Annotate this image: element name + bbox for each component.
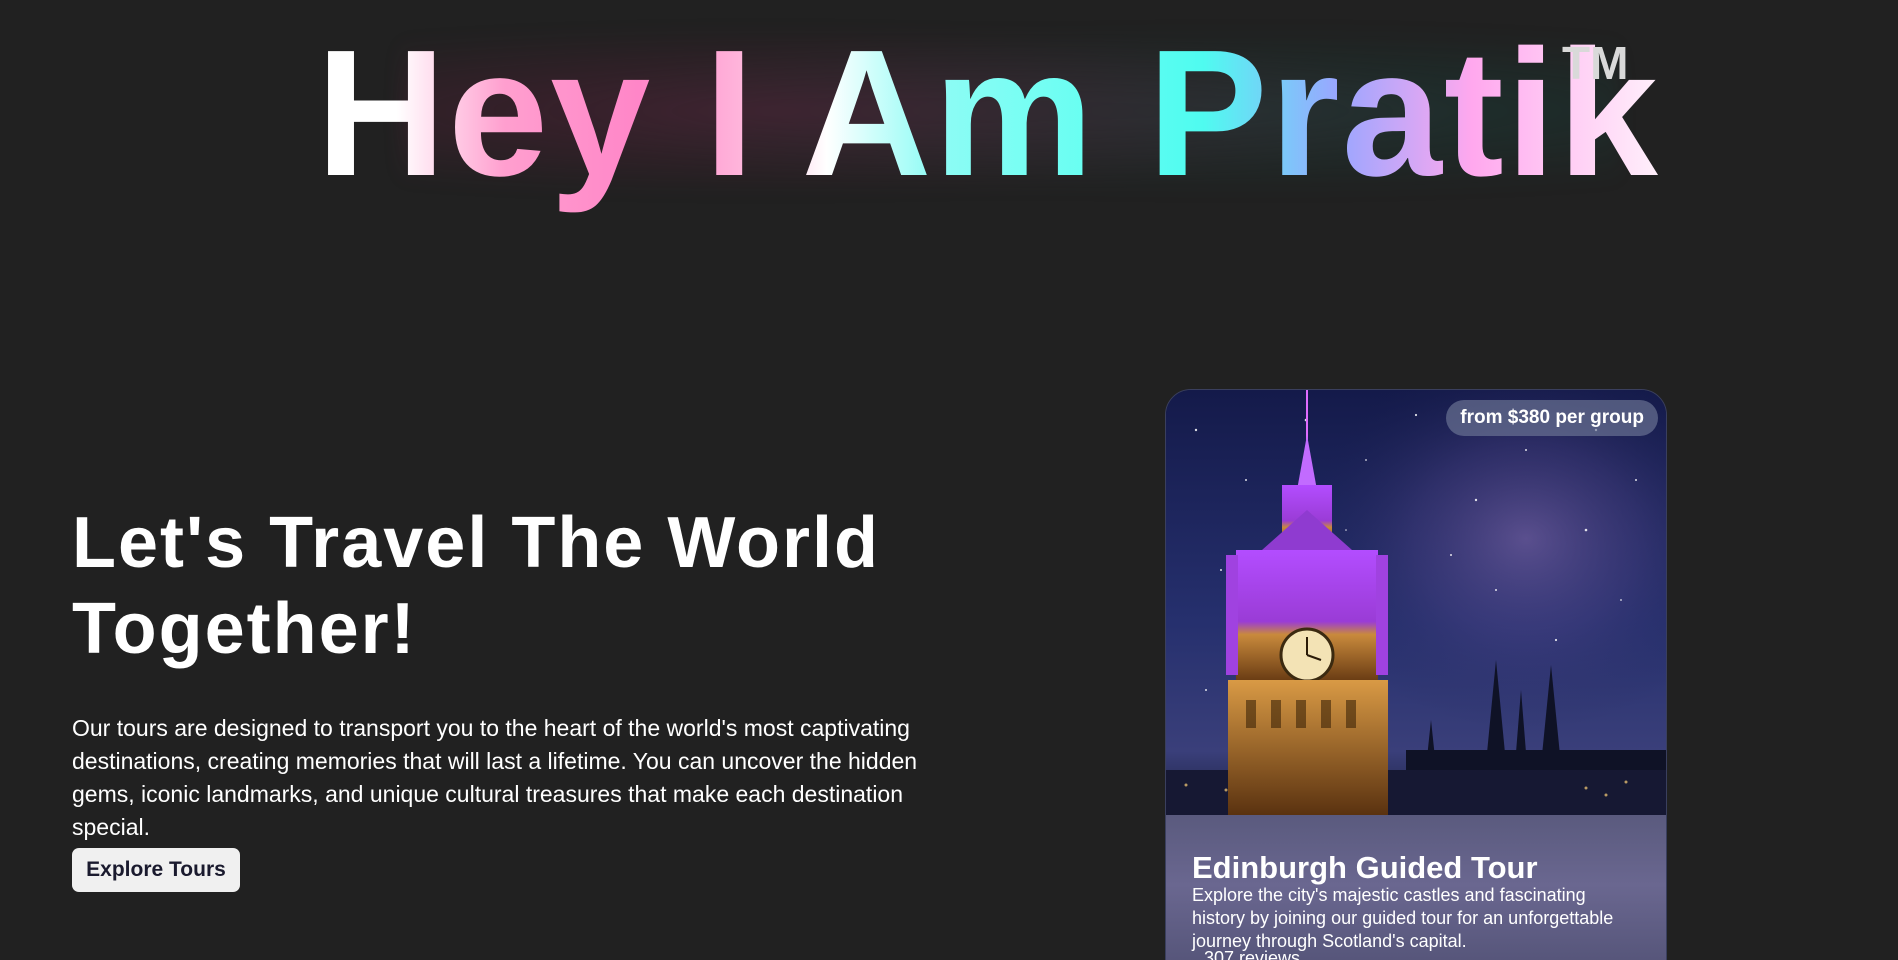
trademark-symbol: TM xyxy=(1562,37,1629,89)
edinburgh-clock-tower-photo xyxy=(1166,390,1666,815)
hero-heading: Let's Travel The World Together! xyxy=(72,503,880,669)
tour-title[interactable]: Edinburgh Guided Tour xyxy=(1192,850,1538,886)
brand-logo-title[interactable]: Hey I Am Pratik xyxy=(316,14,1660,214)
explore-tours-button[interactable]: Explore Tours xyxy=(72,848,240,892)
tour-card[interactable]: from $380 per group Edinburgh Guided Tou… xyxy=(1165,389,1667,960)
reviews-count: 307 reviews xyxy=(1204,948,1301,960)
page: Hey I Am Pratik TM Let's Travel The Worl… xyxy=(0,0,1898,960)
site-header: Hey I Am Pratik TM xyxy=(0,0,1898,230)
hero-description: Our tours are designed to transport you … xyxy=(72,715,918,840)
price-badge: from $380 per group xyxy=(1446,400,1658,436)
tour-description: Explore the city's majestic castles and … xyxy=(1192,885,1614,951)
